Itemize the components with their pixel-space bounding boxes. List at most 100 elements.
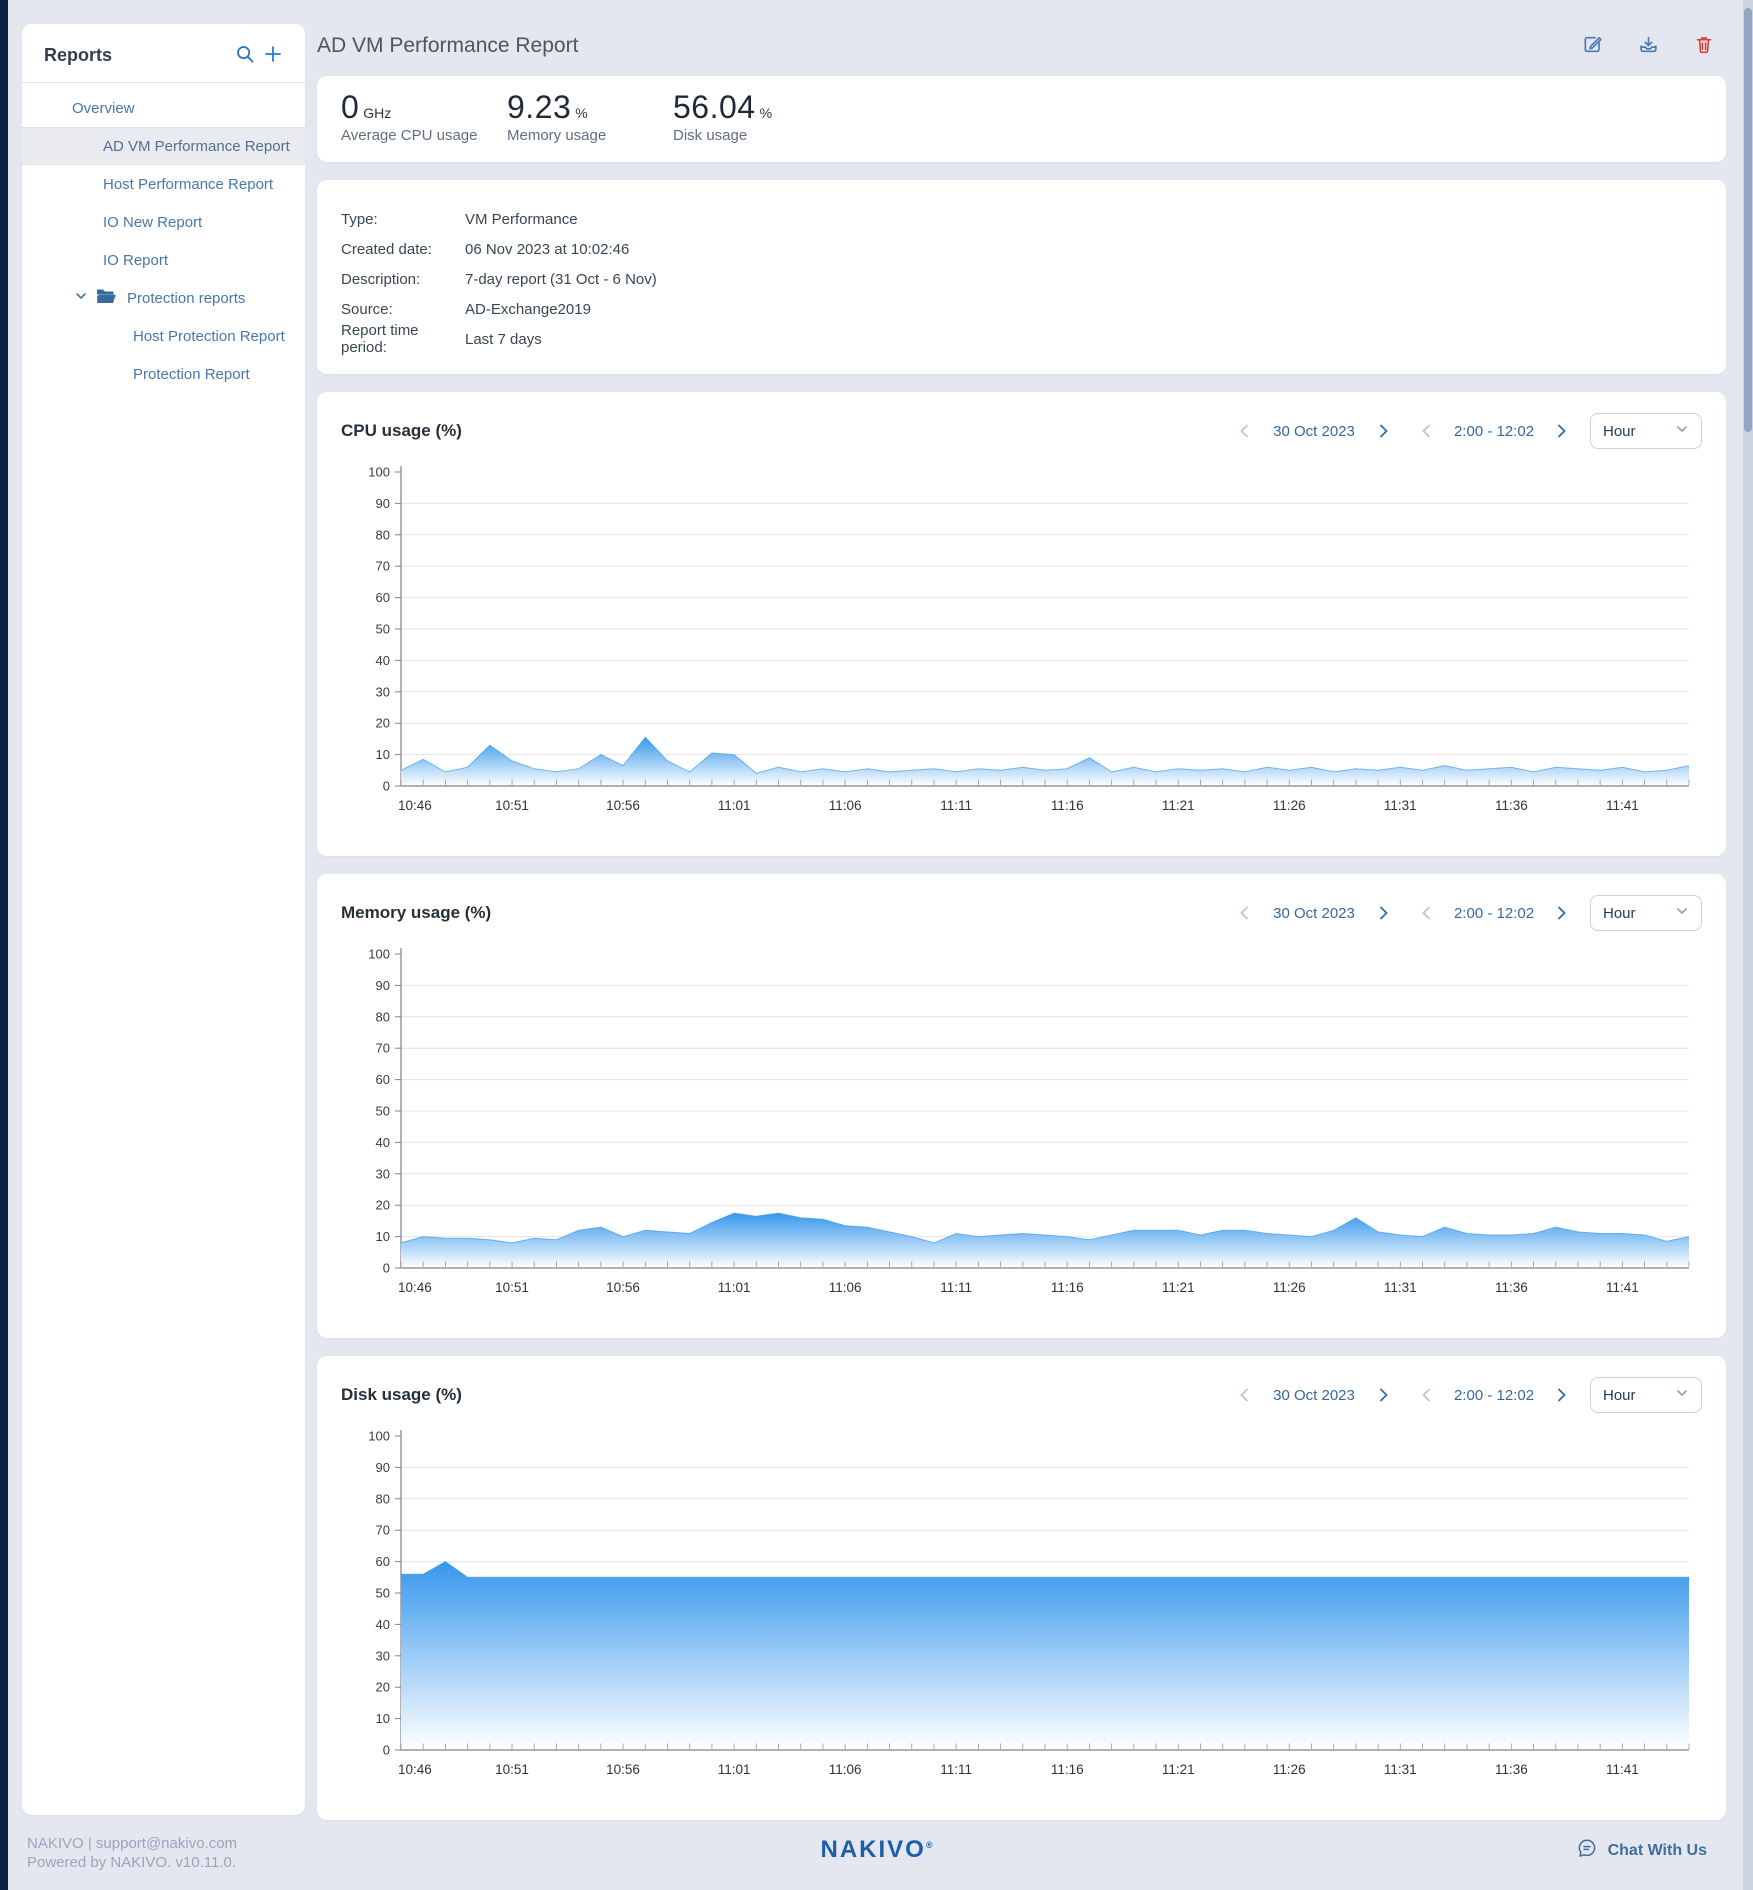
svg-text:11:36: 11:36	[1495, 1280, 1528, 1295]
search-button[interactable]	[231, 41, 259, 69]
sidebar-item-label: Overview	[72, 100, 135, 117]
svg-text:11:26: 11:26	[1273, 1762, 1306, 1777]
svg-text:80: 80	[376, 1009, 390, 1024]
svg-text:40: 40	[376, 653, 390, 668]
chart-svg: 010203040506070809010010:4610:5110:5611:…	[341, 1418, 1702, 1804]
disk-range-label: 2:00 - 12:02	[1442, 1387, 1546, 1404]
svg-text:11:01: 11:01	[718, 798, 751, 813]
edit-icon	[1582, 34, 1603, 58]
stat-memory-usage: 9.23% Memory usage	[507, 89, 673, 162]
svg-text:50: 50	[376, 1104, 390, 1119]
disk-range-next-button[interactable]	[1546, 1380, 1576, 1410]
info-row-type: Type:VM Performance	[341, 204, 1702, 234]
memory-interval-select[interactable]: Hour	[1590, 895, 1702, 931]
info-value: AD-Exchange2019	[465, 301, 591, 318]
svg-text:10: 10	[376, 1711, 390, 1726]
svg-text:11:16: 11:16	[1051, 1280, 1084, 1295]
svg-text:90: 90	[376, 978, 390, 993]
chevron-down-icon	[1675, 422, 1689, 440]
sidebar-item-io-new-report[interactable]: IO New Report	[22, 203, 305, 241]
sidebar-item-protection-report[interactable]: Protection Report	[22, 355, 305, 393]
svg-text:30: 30	[376, 684, 390, 699]
cpu-range-label: 2:00 - 12:02	[1442, 423, 1546, 440]
memory-range-next-button[interactable]	[1546, 898, 1576, 928]
footer-credits-line2: Powered by NAKIVO. v10.11.0.	[27, 1853, 237, 1872]
disk-usage-chart: 010203040506070809010010:4610:5110:5611:…	[341, 1418, 1702, 1804]
info-row-created-date: Created date:06 Nov 2023 at 10:02:46	[341, 234, 1702, 264]
report-info-card: Type:VM Performance Created date:06 Nov …	[317, 180, 1726, 374]
search-icon	[235, 44, 255, 67]
header-actions	[1578, 32, 1726, 60]
chat-bubble-icon	[1576, 1837, 1598, 1864]
cpu-range-prev-button[interactable]	[1412, 416, 1442, 446]
cpu-range-next-button[interactable]	[1546, 416, 1576, 446]
svg-text:10:46: 10:46	[398, 798, 432, 813]
trash-icon	[1694, 34, 1714, 58]
cpu-date-prev-button[interactable]	[1230, 416, 1260, 446]
edit-report-button[interactable]	[1578, 32, 1606, 60]
sidebar-item-label: Protection Report	[133, 366, 250, 383]
sidebar-item-label: Host Performance Report	[103, 176, 273, 193]
svg-text:11:16: 11:16	[1051, 798, 1084, 813]
info-value: VM Performance	[465, 211, 578, 228]
svg-text:11:36: 11:36	[1495, 1762, 1528, 1777]
svg-text:10:56: 10:56	[606, 798, 640, 813]
disk-range-prev-button[interactable]	[1412, 1380, 1442, 1410]
stat-unit: %	[760, 105, 772, 121]
sidebar-item-label: Protection reports	[127, 290, 245, 307]
svg-text:40: 40	[376, 1617, 390, 1632]
stat-label: Average CPU usage	[341, 127, 507, 144]
svg-text:0: 0	[383, 1261, 390, 1276]
memory-range-prev-button[interactable]	[1412, 898, 1442, 928]
chevron-down-icon[interactable]	[74, 289, 88, 307]
svg-text:11:01: 11:01	[718, 1762, 751, 1777]
disk-date-next-button[interactable]	[1368, 1380, 1398, 1410]
svg-text:70: 70	[376, 559, 390, 574]
svg-text:10: 10	[376, 747, 390, 762]
chevron-down-icon	[1675, 1386, 1689, 1404]
page-header: AD VM Performance Report	[317, 24, 1726, 68]
svg-text:50: 50	[376, 1586, 390, 1601]
svg-text:90: 90	[376, 1460, 390, 1475]
memory-usage-panel: Memory usage (%) 30 Oct 2023 2:00 - 12:0…	[317, 874, 1726, 1338]
svg-text:10:51: 10:51	[495, 1280, 529, 1295]
svg-text:10:51: 10:51	[495, 798, 529, 813]
chart-svg: 010203040506070809010010:4610:5110:5611:…	[341, 936, 1702, 1322]
svg-text:11:11: 11:11	[940, 1762, 972, 1777]
sidebar-folder-protection-reports[interactable]: Protection reports	[22, 279, 305, 317]
svg-text:50: 50	[376, 622, 390, 637]
add-report-button[interactable]	[259, 41, 287, 69]
sidebar-item-host-protection-report[interactable]: Host Protection Report	[22, 317, 305, 355]
svg-text:60: 60	[376, 1072, 390, 1087]
page-scrollbar[interactable]	[1743, 0, 1753, 1890]
sidebar-item-ad-vm-performance-report[interactable]: AD VM Performance Report	[22, 127, 305, 165]
chat-label: Chat With Us	[1608, 1842, 1707, 1860]
disk-date-prev-button[interactable]	[1230, 1380, 1260, 1410]
disk-interval-select[interactable]: Hour	[1590, 1377, 1702, 1413]
chat-with-us-button[interactable]: Chat With Us	[1576, 1837, 1707, 1864]
cpu-interval-select[interactable]: Hour	[1590, 413, 1702, 449]
chevron-down-icon	[1675, 904, 1689, 922]
page-title: AD VM Performance Report	[317, 34, 1578, 58]
svg-text:20: 20	[376, 1198, 390, 1213]
memory-date-prev-button[interactable]	[1230, 898, 1260, 928]
svg-text:10:51: 10:51	[495, 1762, 529, 1777]
svg-text:10:56: 10:56	[606, 1280, 640, 1295]
sidebar-item-host-performance-report[interactable]: Host Performance Report	[22, 165, 305, 203]
interval-select-value: Hour	[1603, 1387, 1636, 1404]
sidebar-header: Reports	[22, 24, 305, 83]
memory-usage-chart: 010203040506070809010010:4610:5110:5611:…	[341, 936, 1702, 1322]
svg-text:11:01: 11:01	[718, 1280, 751, 1295]
sidebar-item-io-report[interactable]: IO Report	[22, 241, 305, 279]
sidebar-item-overview[interactable]: Overview	[22, 89, 305, 127]
info-label: Type:	[341, 211, 465, 228]
export-report-button[interactable]	[1634, 32, 1662, 60]
cpu-date-next-button[interactable]	[1368, 416, 1398, 446]
memory-date-next-button[interactable]	[1368, 898, 1398, 928]
cpu-usage-panel: CPU usage (%) 30 Oct 2023 2:00 - 12:02 H…	[317, 392, 1726, 856]
memory-range-label: 2:00 - 12:02	[1442, 905, 1546, 922]
scrollbar-thumb[interactable]	[1744, 8, 1752, 432]
cpu-chart-controls: 30 Oct 2023 2:00 - 12:02 Hour	[1230, 413, 1702, 449]
memory-date-label: 30 Oct 2023	[1260, 905, 1368, 922]
delete-report-button[interactable]	[1690, 32, 1718, 60]
